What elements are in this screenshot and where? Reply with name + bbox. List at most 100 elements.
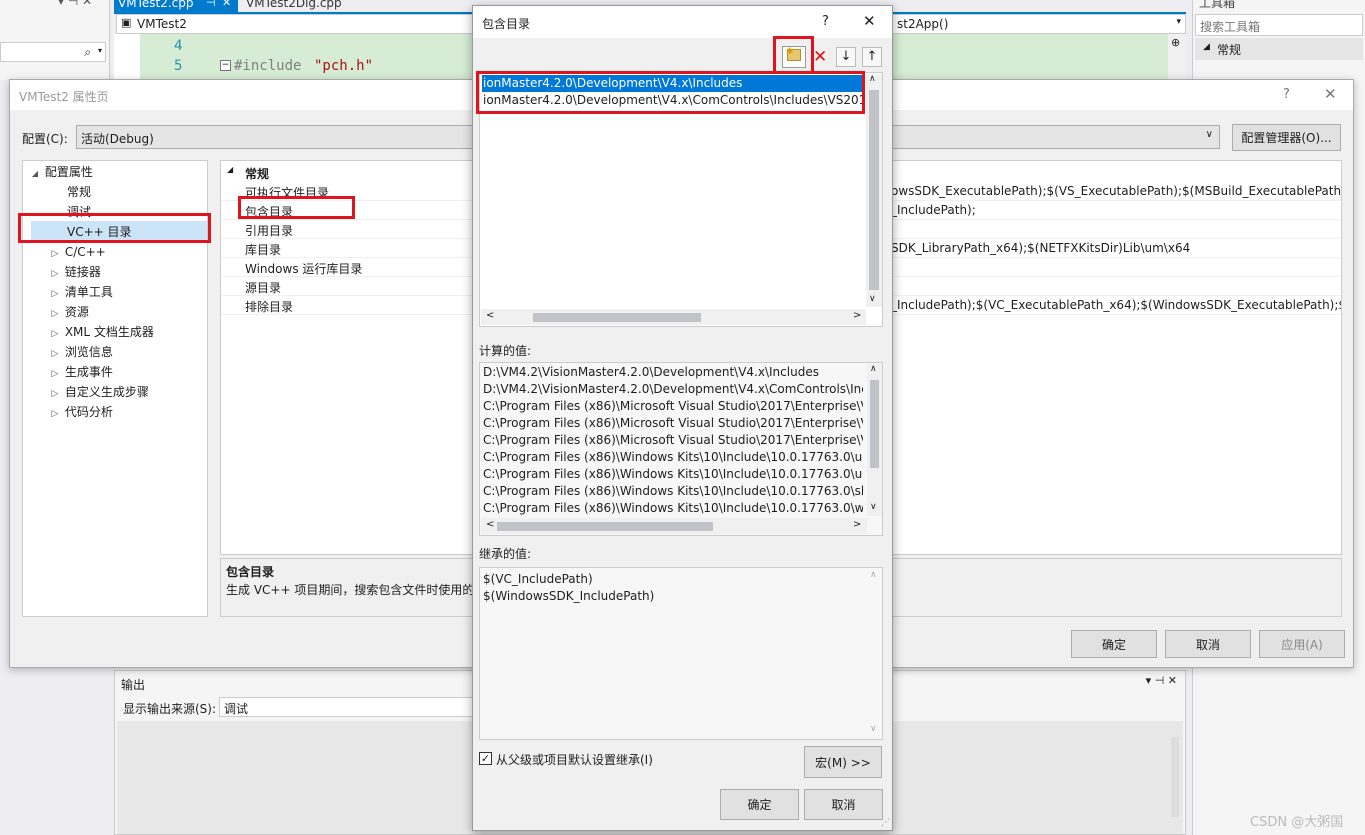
- list-item: C:\Program Files (x86)\Windows Kits\10\I…: [483, 501, 863, 515]
- pin-icon[interactable]: ▾ ⊣ ✕: [58, 0, 92, 8]
- list-item: C:\Program Files (x86)\Windows Kits\10\I…: [483, 467, 863, 481]
- grid-row-value: SDK_LibraryPath_x64);$(NETFXKitsDir)Lib\…: [891, 241, 1191, 255]
- output-vscroll[interactable]: [1171, 737, 1179, 817]
- tree-item-c-cpp[interactable]: ▷ C/C++: [49, 242, 106, 262]
- editor-vscroll[interactable]: ⊕: [1168, 34, 1186, 80]
- dialog-title: VMTest2 属性页: [19, 90, 109, 104]
- highlight-include-dirs: [238, 196, 355, 219]
- highlight-vc-directories: [18, 213, 211, 243]
- inherited-label: 继承的值:: [479, 547, 532, 561]
- toolbox-group-general[interactable]: ◢ 常规: [1195, 38, 1363, 60]
- member-combo[interactable]: st2App() ▾: [892, 14, 1186, 34]
- tab-label: VMTest2Dlg.cpp: [246, 0, 342, 10]
- line-number: 4: [174, 38, 183, 54]
- code-directive: #include: [234, 58, 302, 74]
- solution-search-box[interactable]: ⌕ ▾: [0, 42, 106, 62]
- scroll-thumb[interactable]: [869, 90, 879, 290]
- tab-vmtest2-cpp[interactable]: VMTest2.cpp ⊣ ✕: [114, 0, 238, 12]
- tree-item-config-properties[interactable]: ◢ 配置属性: [29, 162, 93, 182]
- resize-grip-icon[interactable]: ⋰: [881, 818, 890, 828]
- grid-row-value: _IncludePath);: [891, 203, 976, 217]
- tab-vmtest2dlg-cpp[interactable]: VMTest2Dlg.cpp: [240, 0, 360, 12]
- list-item: $(WindowsSDK_IncludePath): [483, 589, 655, 603]
- move-down-button[interactable]: ↓: [836, 47, 856, 67]
- delete-line-button[interactable]: ✕: [813, 47, 827, 67]
- list-item: C:\Program Files (x86)\Microsoft Visual …: [483, 416, 863, 430]
- code-string: "pch.h": [314, 58, 374, 74]
- cancel-button[interactable]: 取消: [804, 789, 883, 820]
- tree-item-xml-doc[interactable]: ▷ XML 文档生成器: [49, 322, 154, 342]
- pin-icon: ⊣: [206, 0, 216, 9]
- ok-button[interactable]: 确定: [720, 789, 799, 820]
- help-button[interactable]: ?: [822, 14, 829, 29]
- tree-item-linker[interactable]: ▷ 链接器: [49, 262, 101, 282]
- output-window-controls[interactable]: ▾ ⊣ ✕: [1146, 674, 1177, 687]
- scroll-thumb[interactable]: [533, 313, 701, 322]
- scroll-down-icon: ∨: [870, 724, 877, 734]
- close-icon[interactable]: ✕: [863, 12, 876, 30]
- horizontal-scrollbar[interactable]: < >: [481, 309, 866, 325]
- list-item: C:\Program Files (x86)\Windows Kits\10\I…: [483, 484, 863, 498]
- highlight-new-line-button: [773, 36, 814, 74]
- class-icon: ▣: [121, 16, 132, 29]
- output-source-select[interactable]: 调试: [219, 697, 473, 717]
- chevron-down-icon: ▾: [1176, 17, 1181, 27]
- tree-item-code-analysis[interactable]: ▷ 代码分析: [49, 402, 113, 422]
- scroll-down-icon: ∨: [870, 502, 877, 512]
- scroll-right-icon: >: [853, 519, 862, 530]
- line-number: 5: [174, 58, 183, 74]
- expand-icon: ▷: [51, 409, 59, 419]
- vertical-scrollbar[interactable]: ∧ ∨: [866, 74, 882, 307]
- macro-button[interactable]: 宏(M) >>: [804, 746, 882, 778]
- tree-item-custom-build[interactable]: ▷ 自定义生成步骤: [49, 382, 149, 402]
- arrow-up-icon: ↑: [866, 49, 878, 64]
- scope-combo[interactable]: ▣ VMTest2: [116, 14, 476, 34]
- search-icon: ⌕: [84, 45, 91, 59]
- collapse-icon: ◢: [227, 165, 234, 174]
- tree-item-resources[interactable]: ▷ 资源: [49, 302, 89, 322]
- scroll-thumb[interactable]: [870, 380, 879, 468]
- scroll-up-icon: ∧: [870, 364, 877, 374]
- checkbox-box[interactable]: ✓: [479, 752, 492, 765]
- vertical-scrollbar[interactable]: ∧ ∨: [867, 364, 882, 516]
- tree-item-build-events[interactable]: ▷ 生成事件: [49, 362, 113, 382]
- expand-icon: ▷: [51, 389, 59, 399]
- help-button[interactable]: ?: [1283, 87, 1290, 102]
- inherit-checkbox[interactable]: ✓ 从父级或项目默认设置继承(I): [479, 751, 799, 769]
- computed-label: 计算的值:: [479, 344, 532, 358]
- toolbox-search-input[interactable]: 搜索工具箱: [1195, 14, 1363, 36]
- tree-item-browse-info[interactable]: ▷ 浏览信息: [49, 342, 113, 362]
- list-item: D:\VM4.2\VisionMaster4.2.0\Development\V…: [483, 382, 863, 396]
- collapse-icon[interactable]: −: [220, 60, 231, 71]
- tree-item-general[interactable]: 常规: [67, 182, 91, 202]
- include-dirs-dialog: 包含目录 ? ✕ ✱ ✕ ↓ ↑ ionMaster4.2.0\Developm…: [472, 5, 893, 831]
- horizontal-scrollbar[interactable]: < >: [481, 518, 867, 534]
- list-item: C:\Program Files (x86)\Microsoft Visual …: [483, 433, 863, 447]
- scroll-up-icon: ∧: [869, 74, 876, 84]
- grid-row-name: 引用目录: [245, 224, 294, 238]
- expand-icon: ▷: [51, 349, 59, 359]
- toolbox-group-label: 常规: [1217, 43, 1242, 57]
- scroll-thumb[interactable]: [497, 522, 713, 531]
- close-icon[interactable]: ✕: [1324, 85, 1337, 103]
- inherit-checkbox-label: 从父级或项目默认设置继承(I): [496, 753, 653, 767]
- output-source-label: 显示输出来源(S):: [123, 702, 217, 716]
- config-manager-button[interactable]: 配置管理器(O)...: [1232, 124, 1341, 151]
- arrow-down-icon: ↓: [840, 49, 852, 64]
- output-title: 输出: [121, 678, 146, 692]
- computed-values-list[interactable]: D:\VM4.2\VisionMaster4.2.0\Development\V…: [479, 362, 883, 536]
- ok-button[interactable]: 确定: [1071, 630, 1157, 658]
- grid-row-name: 源目录: [245, 281, 282, 295]
- apply-button[interactable]: 应用(A): [1259, 630, 1345, 658]
- grid-row-value: _IncludePath);$(VC_ExecutablePath_x64);$…: [891, 298, 1341, 312]
- scroll-left-icon: <: [486, 310, 495, 321]
- move-up-button[interactable]: ↑: [862, 47, 882, 67]
- close-icon[interactable]: ✕: [222, 0, 231, 9]
- tree-item-manifest-tool[interactable]: ▷ 清单工具: [49, 282, 113, 302]
- output-source-value: 调试: [224, 702, 249, 716]
- inherited-values-list[interactable]: $(VC_IncludePath) $(WindowsSDK_IncludePa…: [479, 567, 883, 740]
- tab-label: VMTest2.cpp: [118, 0, 194, 10]
- highlight-entries: [476, 71, 865, 114]
- cancel-button[interactable]: 取消: [1165, 630, 1251, 658]
- scope-combo-value: VMTest2: [137, 17, 187, 31]
